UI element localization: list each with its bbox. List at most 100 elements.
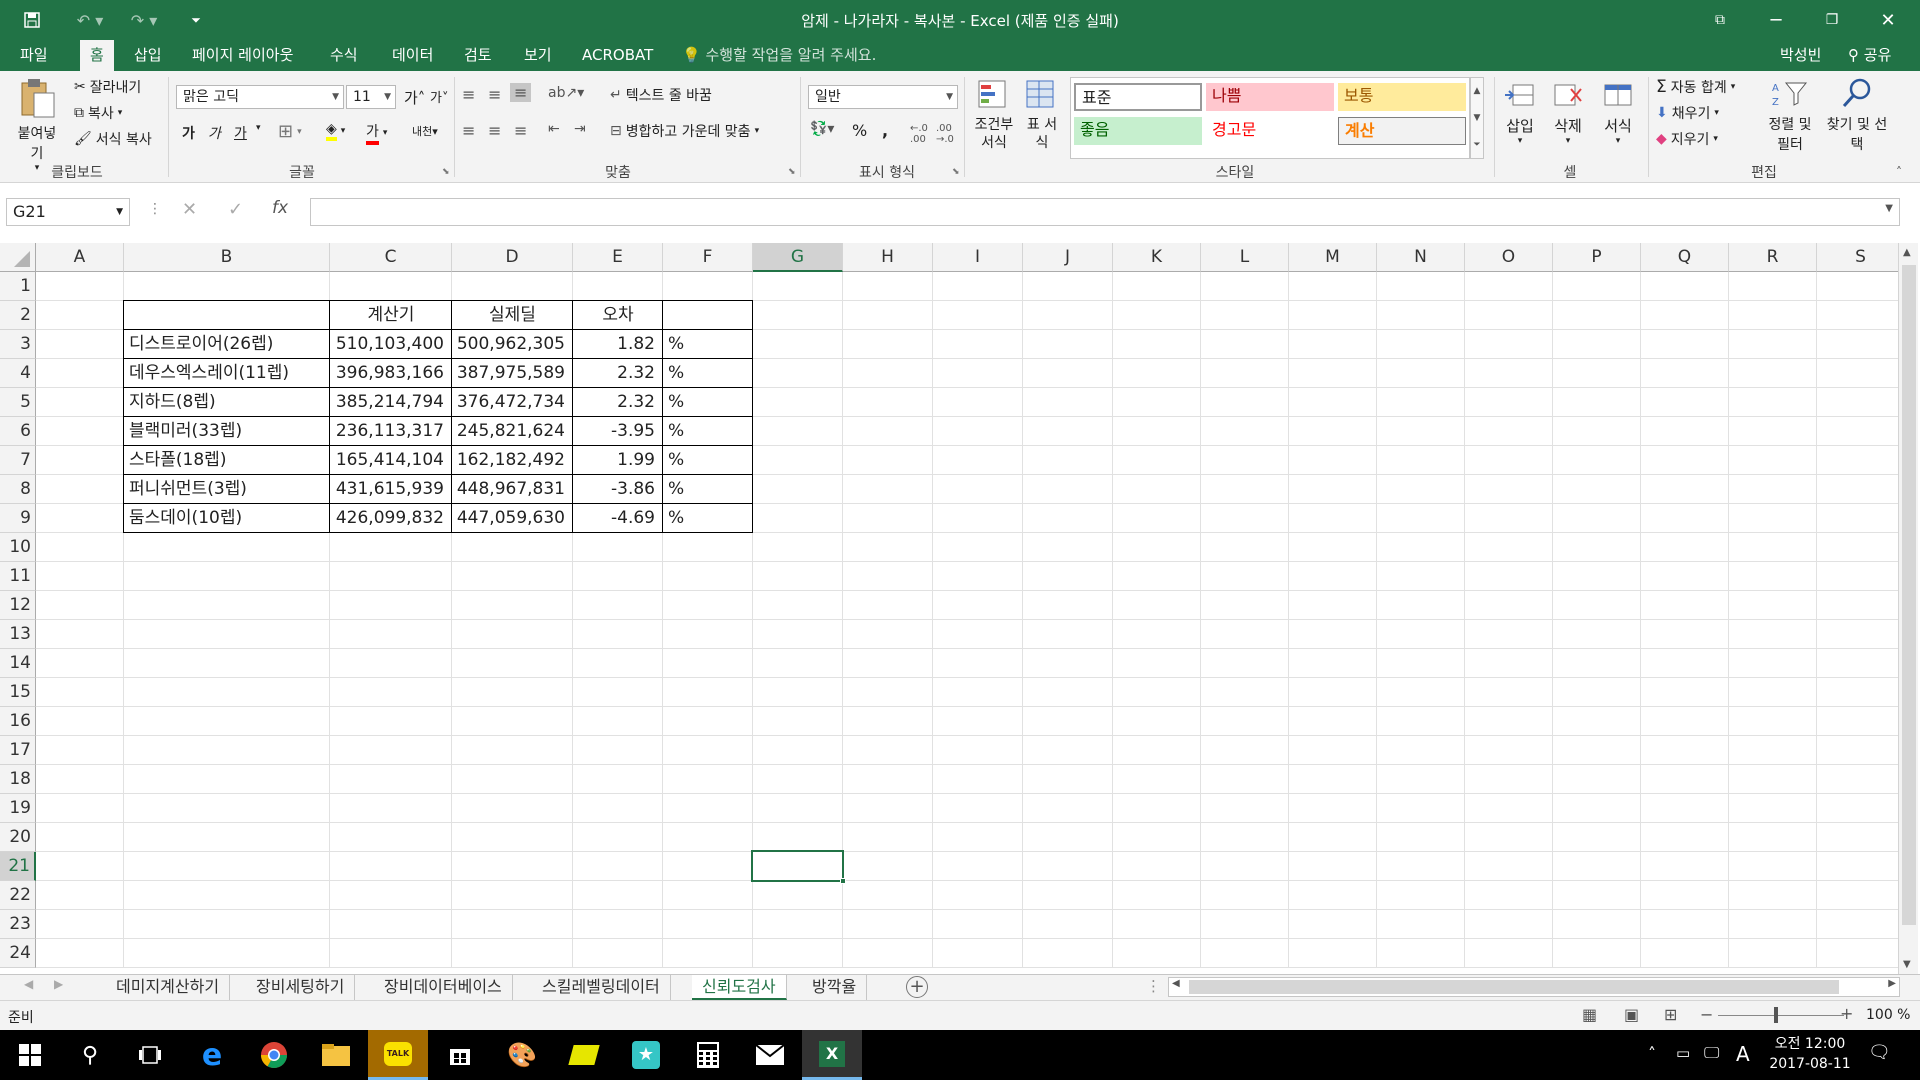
scroll-right-icon[interactable]: ▶ xyxy=(1888,978,1896,989)
normal-view-icon[interactable]: ▦ xyxy=(1582,1005,1597,1024)
decrease-font-icon[interactable]: 가˅ xyxy=(430,87,448,106)
table-cell-error[interactable]: 2.32 xyxy=(573,359,663,388)
tab-page-layout[interactable]: 페이지 레이아웃 xyxy=(182,40,303,71)
tab-view[interactable]: 보기 xyxy=(514,40,562,71)
scroll-down-icon[interactable]: ▼ xyxy=(1903,959,1911,970)
table-cell-actual[interactable]: 162,182,492 xyxy=(452,446,573,475)
table-cell-actual[interactable]: 448,967,831 xyxy=(452,475,573,504)
table-cell-calc[interactable]: 396,983,166 xyxy=(330,359,452,388)
column-header[interactable]: M xyxy=(1289,243,1377,272)
column-header[interactable]: L xyxy=(1201,243,1289,272)
table-cell-actual[interactable]: 447,059,630 xyxy=(452,504,573,533)
internet-explorer-icon[interactable]: e xyxy=(182,1030,242,1080)
style-normal[interactable]: 표준 xyxy=(1074,83,1202,111)
next-sheet-icon[interactable]: ▶ xyxy=(54,977,63,991)
ime-indicator[interactable]: A xyxy=(1736,1042,1750,1066)
style-bad[interactable]: 나쁨 xyxy=(1206,83,1334,111)
scroll-left-icon[interactable]: ◀ xyxy=(1172,978,1180,989)
select-all-corner[interactable] xyxy=(0,243,36,272)
row-header[interactable]: 16 xyxy=(0,707,36,736)
table-cell-actual[interactable]: 500,962,305 xyxy=(452,330,573,359)
file-explorer-icon[interactable] xyxy=(306,1030,366,1080)
table-cell-unit[interactable]: % xyxy=(663,330,753,359)
user-name[interactable]: 박성빈 xyxy=(1770,40,1831,71)
table-cell-actual[interactable]: 387,975,589 xyxy=(452,359,573,388)
table-cell-unit[interactable]: % xyxy=(663,475,753,504)
table-cell-error[interactable]: 1.99 xyxy=(573,446,663,475)
battery-icon[interactable]: ▭ xyxy=(1676,1044,1690,1062)
row-header[interactable]: 6 xyxy=(0,417,36,446)
fill-button[interactable]: ⬇ 채우기 ▾ xyxy=(1656,103,1719,123)
row-header[interactable]: 20 xyxy=(0,823,36,852)
new-sheet-button[interactable]: + xyxy=(906,976,928,998)
insert-function-icon[interactable]: fx xyxy=(272,198,288,218)
store-icon[interactable] xyxy=(430,1030,490,1080)
table-cell-calc[interactable]: 426,099,832 xyxy=(330,504,452,533)
row-header[interactable]: 14 xyxy=(0,649,36,678)
underline-dropdown-icon[interactable]: ▾ xyxy=(256,123,261,133)
table-header-cell[interactable]: 계산기 xyxy=(330,301,452,330)
worksheet-grid[interactable]: A B C D E F G H I J K L M N O P Q R S 1 2 3 4 5 6 7 8 9 10 11 12 13 14 15… xyxy=(0,243,1900,974)
row-header[interactable]: 22 xyxy=(0,881,36,910)
row-header[interactable]: 15 xyxy=(0,678,36,707)
calculator-icon[interactable] xyxy=(678,1030,738,1080)
clear-button[interactable]: ◆ 지우기 ▾ xyxy=(1656,129,1718,149)
format-cells-button[interactable]: 서식 ▾ xyxy=(1598,79,1638,146)
selected-cell[interactable] xyxy=(751,850,844,882)
mail-icon[interactable] xyxy=(740,1030,800,1080)
chrome-icon[interactable] xyxy=(244,1030,304,1080)
number-dialog-launcher-icon[interactable]: ⬊ xyxy=(952,167,960,177)
table-cell-name[interactable]: 데우스엑스레이(11렙) xyxy=(124,359,330,388)
row-header[interactable]: 9 xyxy=(0,504,36,533)
tab-file[interactable]: 파일 xyxy=(10,40,58,71)
column-header[interactable]: E xyxy=(573,243,663,272)
row-header[interactable]: 12 xyxy=(0,591,36,620)
column-header[interactable]: A xyxy=(36,243,124,272)
table-cell-name[interactable]: 블랙미러(33렙) xyxy=(124,417,330,446)
insert-cells-button[interactable]: 삽입 ▾ xyxy=(1500,79,1540,146)
styles-scroll-icon[interactable]: ▲ ▼ ⏷ xyxy=(1470,77,1484,159)
table-cell-error[interactable]: 2.32 xyxy=(573,388,663,417)
format-painter-button[interactable]: 🖌 서식 복사 xyxy=(74,129,152,149)
number-format-dropdown[interactable]: 일반 ▼ xyxy=(808,85,958,109)
underline-button[interactable]: 가 xyxy=(234,123,247,143)
table-cell-name[interactable]: 퍼니쉬먼트(3렙) xyxy=(124,475,330,504)
table-cell-error[interactable]: -3.86 xyxy=(573,475,663,504)
zoom-level[interactable]: 100 % xyxy=(1866,1007,1910,1023)
table-cell-actual[interactable]: 245,821,624 xyxy=(452,417,573,446)
phonetic-icon[interactable]: 내천▾ xyxy=(412,123,438,139)
sticky-notes-icon[interactable] xyxy=(554,1030,614,1080)
sheet-tab[interactable]: 방깍율 xyxy=(802,975,868,1000)
row-header[interactable]: 3 xyxy=(0,330,36,359)
copy-button[interactable]: ⧉ 복사 ▾ xyxy=(74,103,122,123)
scroll-up-icon[interactable]: ▲ xyxy=(1903,247,1911,258)
increase-indent-icon[interactable]: ⇥ xyxy=(574,121,586,137)
find-select-button[interactable]: 찾기 및 선택 xyxy=(1824,77,1890,155)
search-icon[interactable]: ⚲ xyxy=(60,1030,120,1080)
table-cell-name[interactable]: 디스트로이어(26렙) xyxy=(124,330,330,359)
minimize-button[interactable]: ─ xyxy=(1748,0,1804,40)
table-cell-name[interactable]: 스타폴(18렙) xyxy=(124,446,330,475)
accounting-format-icon[interactable]: 💱▾ xyxy=(810,121,834,137)
font-dialog-launcher-icon[interactable]: ⬊ xyxy=(442,167,450,177)
zoom-in-icon[interactable]: + xyxy=(1840,1004,1853,1023)
table-cell-error[interactable]: -4.69 xyxy=(573,504,663,533)
zoom-slider[interactable] xyxy=(1718,1015,1844,1016)
sort-filter-button[interactable]: AZ 정렬 및 필터 xyxy=(1762,77,1818,155)
comma-style-icon[interactable]: , xyxy=(882,121,888,140)
row-header[interactable]: 24 xyxy=(0,939,36,968)
row-header[interactable]: 19 xyxy=(0,794,36,823)
sheet-tab[interactable]: 신뢰도검사 xyxy=(692,975,787,1000)
sheet-tab[interactable]: 장비데이터베이스 xyxy=(374,975,513,1000)
row-header[interactable]: 21 xyxy=(0,852,36,881)
tab-home[interactable]: 홈 xyxy=(80,40,114,71)
excel-taskbar-icon[interactable]: X xyxy=(802,1030,862,1080)
column-header[interactable]: F xyxy=(663,243,753,272)
table-cell-error[interactable]: -3.95 xyxy=(573,417,663,446)
column-header[interactable]: O xyxy=(1465,243,1553,272)
column-header[interactable]: J xyxy=(1023,243,1113,272)
tab-data[interactable]: 데이터 xyxy=(382,40,443,71)
row-header[interactable]: 8 xyxy=(0,475,36,504)
font-size-dropdown[interactable]: 11 ▼ xyxy=(346,85,396,109)
style-calculation[interactable]: 계산 xyxy=(1338,117,1466,145)
